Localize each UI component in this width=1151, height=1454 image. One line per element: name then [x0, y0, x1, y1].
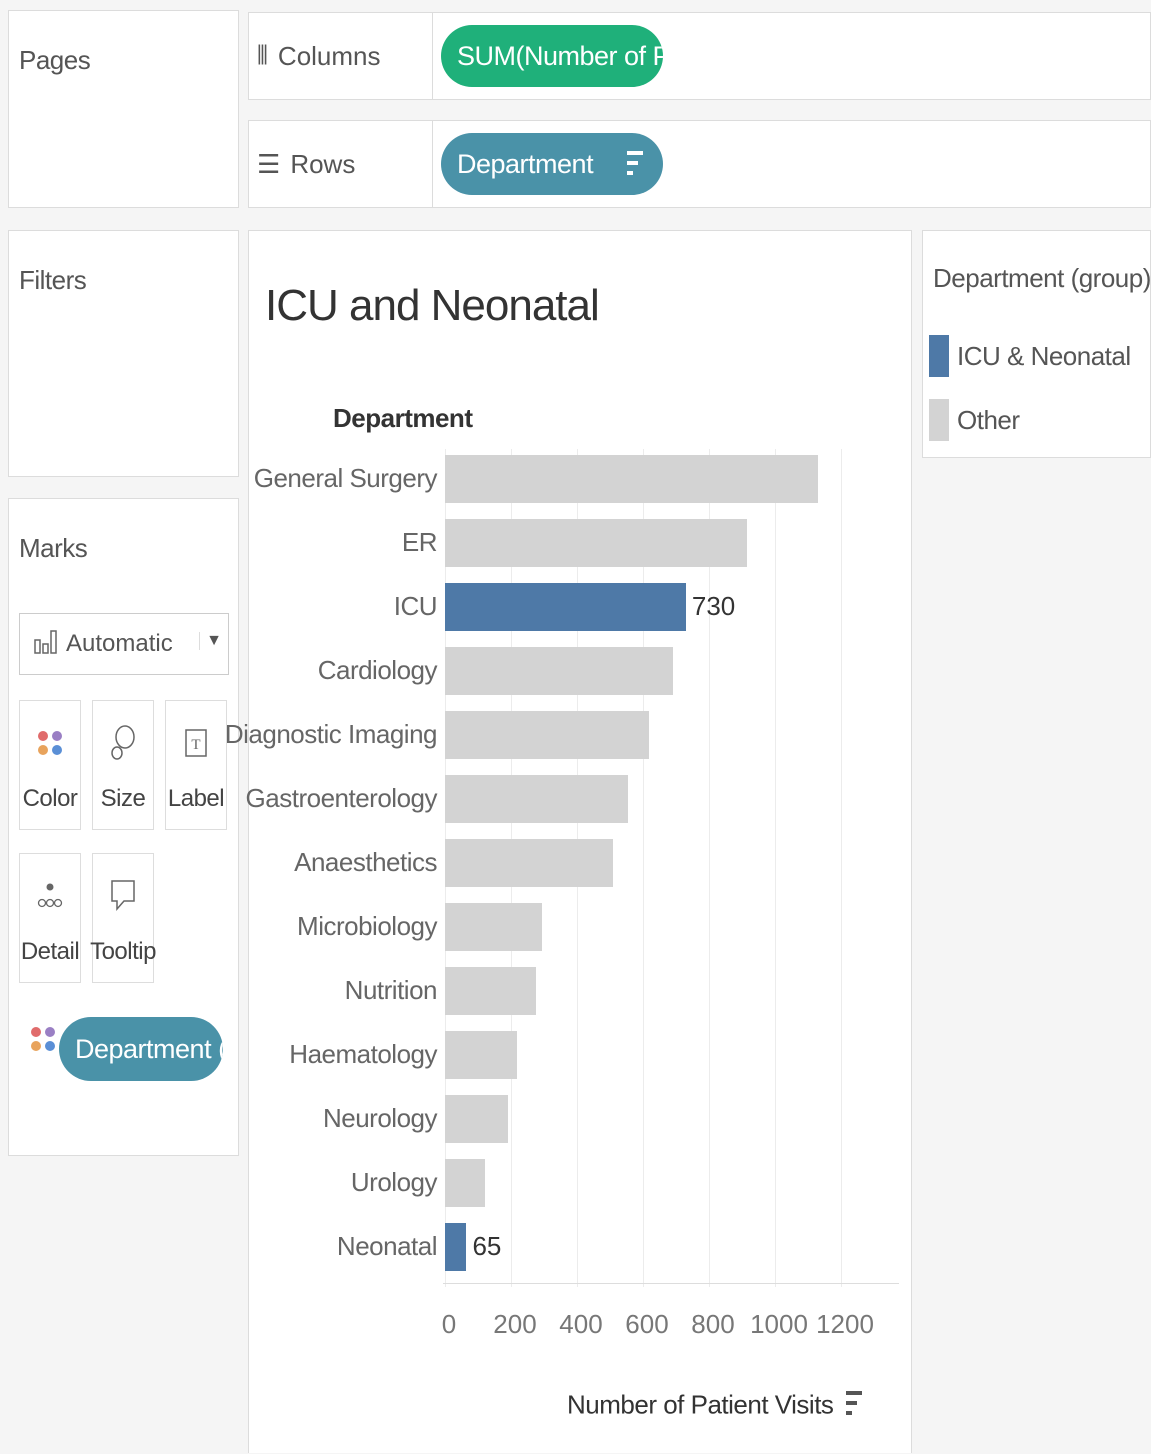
x-axis-title: Number of Patient Visits	[567, 1389, 863, 1424]
bar-haematology[interactable]	[445, 1031, 517, 1079]
sort-descending-icon[interactable]	[627, 149, 643, 184]
gridline-800	[709, 449, 710, 1287]
row-label-cardiology: Cardiology	[317, 655, 438, 685]
color-icon	[38, 721, 62, 765]
mark-type-value: Automatic	[66, 630, 173, 657]
detail-icon	[37, 874, 63, 918]
row-label-gastroenterology: Gastroenterology	[245, 783, 438, 813]
pages-panel[interactable]: Pages	[8, 10, 239, 208]
detail-button[interactable]: Detail	[19, 853, 81, 983]
rows-shelf-label: ☰ Rows	[257, 121, 433, 207]
row-label-haematology: Haematology	[289, 1039, 437, 1069]
marks-panel: Marks Automatic ▼ Color Size T Label Det…	[8, 498, 239, 1156]
bar-er[interactable]	[445, 519, 747, 567]
columns-icon: ⫴	[257, 40, 268, 70]
row-label-diagnostic-imaging: Diagnostic Imaging	[224, 719, 438, 749]
bar-cardiology[interactable]	[445, 647, 673, 695]
row-label-anaesthetics: Anaesthetics	[294, 847, 437, 877]
svg-text:T: T	[191, 737, 200, 753]
x-axis-line	[443, 1283, 899, 1284]
row-label-er: ER	[401, 527, 438, 557]
rows-label-text: Rows	[290, 148, 356, 179]
legend-swatch-other	[929, 399, 949, 441]
bar-gastroenterology[interactable]	[445, 775, 629, 823]
bar-neurology[interactable]	[445, 1095, 509, 1143]
bar-icu[interactable]	[445, 583, 686, 631]
color-button[interactable]: Color	[19, 700, 81, 830]
gridline-1200	[841, 449, 842, 1287]
size-button[interactable]: Size	[92, 700, 154, 830]
bar-general-surgery[interactable]	[445, 455, 818, 503]
legend-item-icu-neonatal[interactable]: ICU & Neonatal	[929, 335, 1131, 377]
legend-item-other[interactable]: Other	[929, 399, 1020, 441]
marks-title: Marks	[19, 533, 88, 563]
row-label-general-surgery: General Surgery	[253, 463, 438, 493]
color-encoding-row: Department (g..	[19, 1017, 234, 1081]
tooltip-icon	[110, 874, 136, 918]
bar-microbiology[interactable]	[445, 903, 543, 951]
axis-sort-icon[interactable]	[846, 1389, 863, 1424]
row-label-neurology: Neurology	[322, 1103, 438, 1133]
color-pill-text: Department (g..	[75, 1033, 223, 1064]
rows-pill-department[interactable]: Department	[441, 133, 663, 195]
x-tick-200: 200	[493, 1309, 537, 1339]
mark-type-dropdown[interactable]: Automatic ▼	[19, 613, 229, 675]
color-encoding-icon	[31, 1027, 55, 1051]
data-label-neonatal: 65	[472, 1231, 502, 1261]
label-button[interactable]: T Label	[165, 700, 227, 830]
legend-panel: Department (group) ICU & Neonatal Other	[922, 230, 1151, 458]
chevron-down-icon: ▼	[199, 632, 222, 650]
chart-panel: ICU and Neonatal Department General Surg…	[225, 230, 913, 1454]
x-tick-400: 400	[559, 1309, 603, 1339]
label-button-label: Label	[167, 785, 225, 812]
gridline-1000	[775, 449, 776, 1287]
legend-swatch-icu-neonatal	[929, 335, 949, 377]
label-icon: T	[184, 721, 208, 765]
x-axis-title-text: Number of Patient Visits	[567, 1389, 834, 1420]
size-icon	[109, 721, 137, 765]
tooltip-button[interactable]: Tooltip	[90, 853, 156, 983]
data-label-icu: 730	[691, 591, 736, 621]
x-tick-1000: 1000	[750, 1309, 808, 1339]
legend-label-other: Other	[957, 404, 1020, 435]
columns-shelf-label: ⫴ Columns	[257, 13, 433, 99]
size-button-label: Size	[100, 785, 146, 812]
bar-chart-icon	[34, 628, 58, 661]
x-tick-600: 600	[625, 1309, 669, 1339]
columns-pill-text: SUM(Number of Pati..	[457, 40, 663, 71]
filters-title: Filters	[19, 265, 87, 295]
columns-label-text: Columns	[277, 40, 381, 71]
bar-diagnostic-imaging[interactable]	[445, 711, 649, 759]
tooltip-button-label: Tooltip	[90, 938, 156, 965]
bar-nutrition[interactable]	[445, 967, 537, 1015]
bar-neonatal[interactable]	[445, 1223, 467, 1271]
pages-title: Pages	[19, 45, 91, 75]
chart-plot-area: General Surgery ER ICU 730 Cardiology Diagnos…	[225, 231, 913, 1454]
bar-anaesthetics[interactable]	[445, 839, 614, 887]
bar-urology[interactable]	[445, 1159, 485, 1207]
columns-shelf[interactable]: ⫴ Columns SUM(Number of Pati..	[248, 12, 1151, 100]
row-label-icu: ICU	[393, 591, 438, 621]
row-label-urology: Urology	[350, 1167, 438, 1197]
filters-panel[interactable]: Filters	[8, 230, 239, 477]
color-pill-department-group[interactable]: Department (g..	[59, 1017, 223, 1081]
color-button-label: Color	[22, 785, 78, 812]
row-label-microbiology: Microbiology	[297, 911, 437, 941]
row-label-nutrition: Nutrition	[344, 975, 438, 1005]
x-tick-1200: 1200	[816, 1309, 874, 1339]
x-tick-0: 0	[441, 1309, 457, 1339]
rows-shelf[interactable]: ☰ Rows Department	[248, 120, 1151, 208]
rows-icon: ☰	[257, 148, 281, 179]
columns-pill-sum-patients[interactable]: SUM(Number of Pati..	[441, 25, 663, 87]
legend-label-icu-neonatal: ICU & Neonatal	[957, 340, 1131, 371]
legend-title: Department (group)	[933, 263, 1151, 293]
row-label-neonatal: Neonatal	[336, 1231, 438, 1261]
detail-button-label: Detail	[20, 938, 80, 965]
rows-pill-text: Department	[457, 148, 594, 179]
gridline-600	[643, 449, 644, 1287]
x-tick-800: 800	[691, 1309, 735, 1339]
